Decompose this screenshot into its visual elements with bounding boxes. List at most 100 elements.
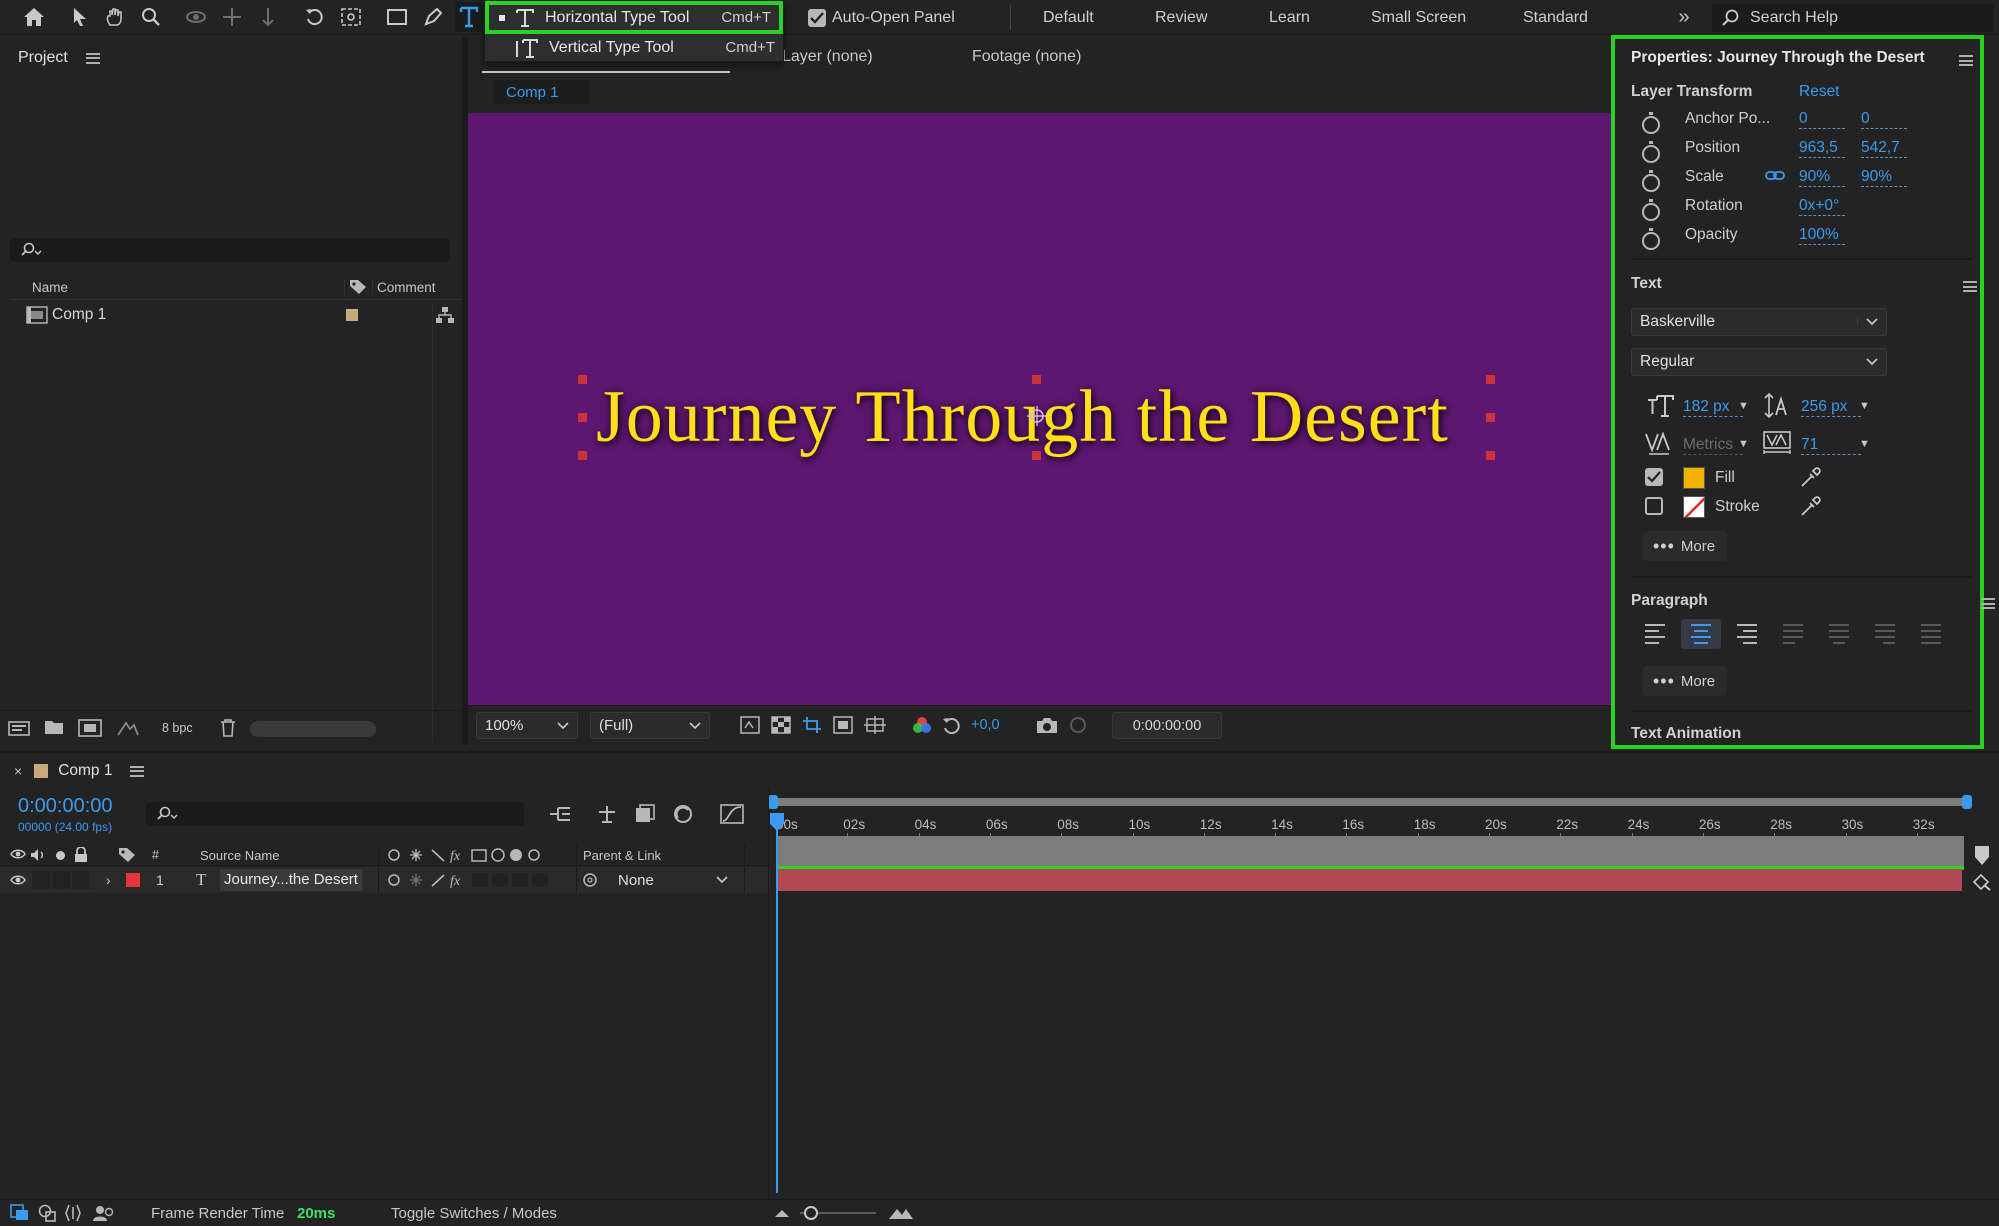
lock-icon[interactable] xyxy=(74,847,88,863)
timeline-search-input[interactable] xyxy=(146,802,524,826)
auto-open-panel-checkbox[interactable]: Auto-Open Panel xyxy=(808,7,955,29)
label-tag-icon[interactable] xyxy=(344,279,366,297)
workspace-standard[interactable]: Standard xyxy=(1523,9,1588,27)
opacity-value[interactable]: 100% xyxy=(1799,226,1845,245)
interpret-footage-icon[interactable] xyxy=(8,719,30,737)
panel-menu-icon[interactable] xyxy=(1959,55,1973,66)
workspace-small-screen[interactable]: Small Screen xyxy=(1371,9,1466,27)
layer-visibility-eye-icon[interactable] xyxy=(10,874,26,886)
new-folder-icon[interactable] xyxy=(44,719,64,735)
column-name[interactable]: Name xyxy=(32,280,68,295)
bounding-box-handle[interactable] xyxy=(1486,375,1495,384)
stopwatch-icon[interactable] xyxy=(1642,228,1660,250)
dolly-camera-icon[interactable] xyxy=(256,4,280,30)
rectangle-tool-icon[interactable] xyxy=(384,4,410,30)
stopwatch-icon[interactable] xyxy=(1642,199,1660,221)
workspace-learn[interactable]: Learn xyxy=(1269,9,1310,27)
font-style-dropdown[interactable]: Regular xyxy=(1631,348,1887,376)
work-area-bar[interactable] xyxy=(774,798,1968,806)
scale-y-value[interactable]: 90% xyxy=(1861,168,1907,187)
leading-dropdown-arrow-icon[interactable]: ▼ xyxy=(1859,400,1870,412)
eye-icon[interactable] xyxy=(10,848,26,860)
justify-last-center-button[interactable] xyxy=(1819,619,1859,649)
zoom-out-mountain-icon[interactable] xyxy=(774,1207,790,1219)
align-right-button[interactable] xyxy=(1727,619,1767,649)
stroke-none-swatch[interactable] xyxy=(1683,496,1705,518)
composition-mini-flowchart-icon[interactable] xyxy=(548,804,572,824)
toggle-switches-modes-button[interactable]: Toggle Switches / Modes xyxy=(391,1205,557,1222)
layer-label-color[interactable] xyxy=(126,873,140,887)
close-icon[interactable]: × xyxy=(14,763,22,779)
viewer-tab-layer[interactable]: Layer (none) xyxy=(782,48,873,66)
show-snapshot-icon[interactable] xyxy=(1068,716,1088,734)
constrain-proportions-link-icon[interactable] xyxy=(1765,170,1785,182)
in-out-columns-icon[interactable] xyxy=(64,1204,82,1222)
viewer-tab-footage[interactable]: Footage (none) xyxy=(972,48,1081,66)
column-parent-link[interactable]: Parent & Link xyxy=(583,848,661,863)
anchor-point-icon[interactable] xyxy=(1026,405,1048,427)
bounding-box-handle[interactable] xyxy=(1486,413,1495,422)
fast-previews-icon[interactable] xyxy=(740,716,760,734)
mask-visibility-icon[interactable] xyxy=(833,716,853,734)
font-size-dropdown-arrow-icon[interactable]: ▼ xyxy=(1738,400,1749,412)
kerning-dropdown-arrow-icon[interactable]: ▼ xyxy=(1738,438,1749,450)
align-center-button[interactable] xyxy=(1681,619,1721,649)
anchor-point-tool-icon[interactable] xyxy=(338,4,364,30)
scale-x-value[interactable]: 90% xyxy=(1799,168,1845,187)
current-time-indicator-line[interactable] xyxy=(776,829,778,1193)
new-composition-icon[interactable] xyxy=(78,719,102,737)
timeline-tab[interactable]: × Comp 1 xyxy=(14,761,145,781)
project-search-input[interactable] xyxy=(10,238,450,262)
tracking-dropdown-arrow-icon[interactable]: ▼ xyxy=(1859,438,1870,450)
position-x-value[interactable]: 963,5 xyxy=(1799,139,1845,158)
tracking-value[interactable]: 71 xyxy=(1801,436,1861,455)
panel-menu-icon[interactable] xyxy=(130,765,145,777)
paragraph-more-button[interactable]: ••• More xyxy=(1643,666,1727,696)
solo-dot-icon[interactable] xyxy=(56,851,65,860)
comp-breadcrumb-tab[interactable]: Comp 1 xyxy=(494,80,590,104)
graph-editor-icon[interactable] xyxy=(720,804,744,824)
frame-blending-icon[interactable] xyxy=(672,804,694,824)
menu-item-horizontal-type-tool[interactable]: Horizontal Type Tool Cmd+T xyxy=(485,1,783,34)
fill-color-swatch[interactable] xyxy=(1683,467,1705,489)
snapshot-camera-icon[interactable] xyxy=(1036,716,1058,734)
anchor-y-value[interactable]: 0 xyxy=(1861,110,1907,129)
bit-depth-label[interactable]: 8 bpc xyxy=(162,721,193,735)
composition-canvas[interactable]: Journey Through the Desert xyxy=(468,113,1611,741)
timeline-panel-splitter[interactable] xyxy=(768,789,769,1201)
fill-eyedropper-icon[interactable] xyxy=(1799,467,1821,489)
panel-menu-icon[interactable] xyxy=(1981,598,1996,609)
bounding-box-handle[interactable] xyxy=(1032,375,1041,384)
panel-menu-icon[interactable] xyxy=(85,52,100,64)
time-navigator-end-icon[interactable] xyxy=(1974,845,1990,867)
bounding-box-handle[interactable] xyxy=(1032,451,1041,460)
layer-switches-toggle-icon[interactable] xyxy=(10,1204,30,1222)
leading-value[interactable]: 256 px xyxy=(1801,398,1861,417)
home-icon[interactable] xyxy=(20,4,48,30)
font-family-dropdown[interactable]: Baskerville xyxy=(1631,308,1887,336)
workspace-review[interactable]: Review xyxy=(1155,9,1207,27)
zoom-tool-icon[interactable] xyxy=(138,4,164,30)
zoom-dropdown[interactable]: 100% xyxy=(476,712,578,739)
orbit-camera-icon[interactable] xyxy=(182,4,210,30)
label-color-swatch[interactable] xyxy=(346,309,358,321)
stroke-checkbox[interactable] xyxy=(1645,497,1663,515)
hide-shy-layers-icon[interactable] xyxy=(634,804,656,824)
viewer-timecode[interactable]: 0:00:00:00 xyxy=(1112,712,1222,739)
workspace-default[interactable]: Default xyxy=(1043,9,1094,27)
transfer-controls-icon[interactable] xyxy=(38,1204,56,1222)
expand-chevron-icon[interactable]: › xyxy=(106,872,111,888)
pen-tool-icon[interactable] xyxy=(420,4,446,30)
bounding-box-handle[interactable] xyxy=(1486,451,1495,460)
project-item-row[interactable]: Comp 1 xyxy=(10,302,462,328)
column-source-name[interactable]: Source Name xyxy=(200,848,279,863)
fill-checkbox[interactable] xyxy=(1645,468,1663,486)
align-left-button[interactable] xyxy=(1635,619,1675,649)
hand-tool-icon[interactable] xyxy=(102,4,128,30)
justify-last-right-button[interactable] xyxy=(1865,619,1905,649)
bounding-box-handle[interactable] xyxy=(578,413,587,422)
font-size-value[interactable]: 182 px xyxy=(1683,398,1743,417)
canvas-title-text[interactable]: Journey Through the Desert xyxy=(596,375,1596,460)
parent-dropdown[interactable]: None xyxy=(610,869,736,891)
pick-whip-icon[interactable] xyxy=(582,872,598,888)
